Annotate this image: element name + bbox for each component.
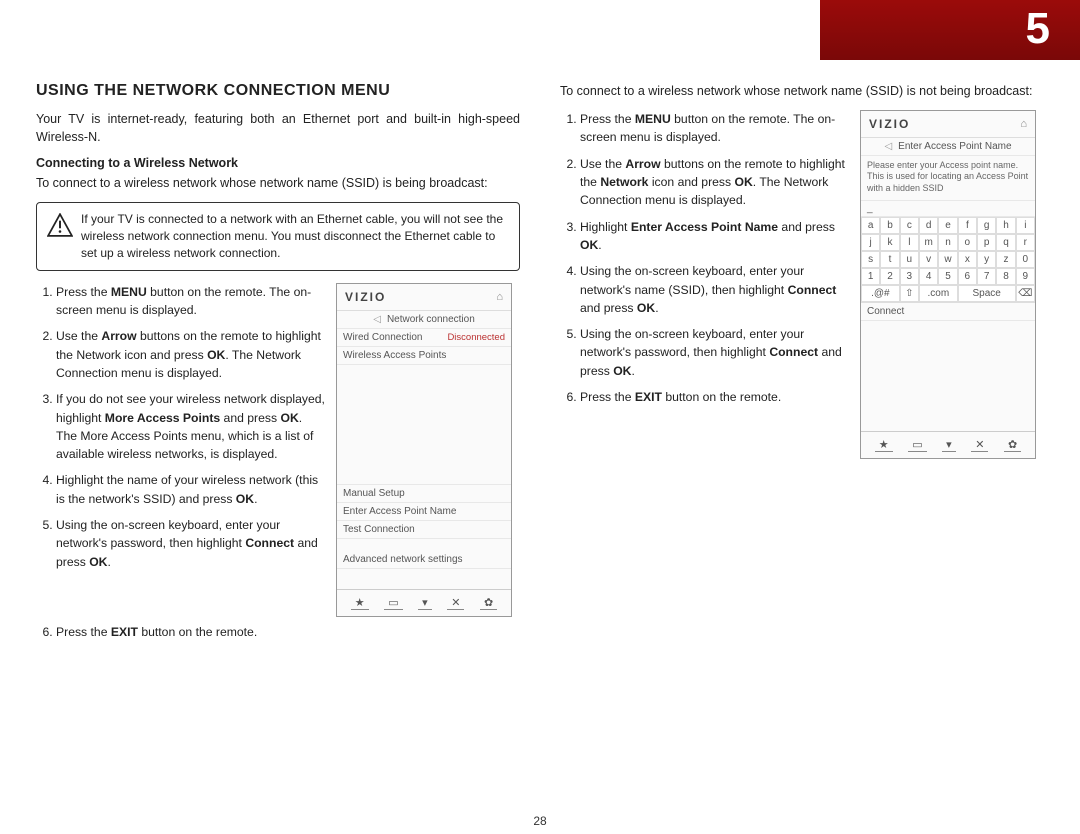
subsection-title: Connecting to a Wireless Network — [36, 156, 520, 170]
steps-list-a: Press the MENU button on the remote. The… — [36, 283, 326, 617]
key[interactable]: e — [938, 217, 957, 234]
key-space[interactable]: Space — [958, 285, 1016, 302]
key[interactable]: z — [996, 251, 1015, 268]
down-icon: ▾ — [942, 438, 956, 452]
key[interactable]: r — [1016, 234, 1035, 251]
gear-icon: ✿ — [480, 596, 497, 610]
wireless-label: Wireless Access Points — [343, 350, 446, 361]
step-b1: Press the MENU button on the remote. The… — [580, 110, 850, 147]
wired-status: Disconnected — [447, 332, 505, 343]
col2-intro: To connect to a wireless network whose n… — [560, 82, 1044, 100]
page-body: USING THE NETWORK CONNECTION MENU Your T… — [36, 82, 1044, 806]
manual-setup: Manual Setup — [343, 488, 405, 499]
key[interactable]: 3 — [900, 268, 919, 285]
key[interactable]: c — [900, 217, 919, 234]
callout-text: If your TV is connected to a network wit… — [81, 212, 503, 260]
key[interactable]: 0 — [1016, 251, 1035, 268]
step-a2: Use the Arrow buttons on the remote to h… — [56, 327, 326, 382]
key[interactable]: w — [938, 251, 957, 268]
vizio-logo: VIZIO — [869, 117, 910, 131]
screen2-title: Enter Access Point Name — [898, 141, 1011, 152]
key[interactable]: y — [977, 251, 996, 268]
key[interactable]: 6 — [958, 268, 977, 285]
key[interactable]: f — [958, 217, 977, 234]
step-b2: Use the Arrow buttons on the remote to h… — [580, 155, 850, 210]
tv-screen-keyboard: VIZIO ⌂ ◁ Enter Access Point Name Please … — [860, 110, 1036, 459]
step-b4: Using the on-screen keyboard, enter your… — [580, 262, 850, 317]
screen2-desc: Please enter your Access point name. Thi… — [861, 156, 1035, 201]
tv-screen-network: VIZIO ⌂ ◁ Network connection Wired Connec… — [336, 283, 512, 617]
key[interactable]: x — [958, 251, 977, 268]
vizio-logo: VIZIO — [345, 290, 386, 304]
key[interactable]: d — [919, 217, 938, 234]
key[interactable]: a — [861, 217, 880, 234]
down-icon: ▾ — [418, 596, 432, 610]
key[interactable]: 5 — [938, 268, 957, 285]
chapter-number: 5 — [1026, 4, 1050, 54]
back-arrow-icon: ◁ — [373, 314, 381, 325]
key[interactable]: i — [1016, 217, 1035, 234]
back-arrow-icon: ◁ — [884, 141, 892, 152]
step-b3: Highlight Enter Access Point Name and pr… — [580, 218, 850, 255]
onscreen-keyboard: abcdefghi jklmnopqr stuvwxyz0 123456789 … — [861, 217, 1035, 302]
screen-footer-icons: ★ ▭ ▾ ✕ ✿ — [337, 589, 511, 616]
key-backspace[interactable]: ⌫ — [1016, 285, 1035, 302]
step-b6: Press the EXIT button on the remote. — [580, 388, 850, 406]
key[interactable]: g — [977, 217, 996, 234]
screen1-title: Network connection — [387, 314, 475, 325]
subsection-intro: To connect to a wireless network whose n… — [36, 174, 520, 192]
key[interactable]: 7 — [977, 268, 996, 285]
star-icon: ★ — [875, 438, 893, 452]
home-icon: ⌂ — [496, 291, 503, 303]
rect-icon: ▭ — [384, 596, 402, 610]
key[interactable]: u — [900, 251, 919, 268]
home-icon: ⌂ — [1020, 118, 1027, 130]
screen-footer-icons: ★ ▭ ▾ ✕ ✿ — [861, 431, 1035, 458]
key-com[interactable]: .com — [919, 285, 958, 302]
star-icon: ★ — [351, 596, 369, 610]
connect-button[interactable]: Connect — [867, 306, 904, 317]
key[interactable]: h — [996, 217, 1015, 234]
warning-callout: If your TV is connected to a network wit… — [36, 202, 520, 270]
step-a4: Highlight the name of your wireless netw… — [56, 471, 326, 508]
warning-icon — [47, 213, 73, 237]
key[interactable]: j — [861, 234, 880, 251]
key[interactable]: n — [938, 234, 957, 251]
step-b5: Using the on-screen keyboard, enter your… — [580, 325, 850, 380]
close-icon: ✕ — [447, 596, 464, 610]
key[interactable]: m — [919, 234, 938, 251]
key-symbols[interactable]: .@# — [861, 285, 900, 302]
section-heading: USING THE NETWORK CONNECTION MENU — [36, 82, 520, 100]
step-a3: If you do not see your wireless network … — [56, 390, 326, 463]
key[interactable]: t — [880, 251, 899, 268]
key[interactable]: 1 — [861, 268, 880, 285]
key[interactable]: v — [919, 251, 938, 268]
key[interactable]: q — [996, 234, 1015, 251]
key[interactable]: 9 — [1016, 268, 1035, 285]
step-a5: Using the on-screen keyboard, enter your… — [56, 516, 326, 571]
advanced-settings: Advanced network settings — [343, 554, 463, 565]
key[interactable]: 2 — [880, 268, 899, 285]
input-cursor: _ — [867, 203, 873, 214]
close-icon: ✕ — [971, 438, 988, 452]
steps-list-b: Press the MENU button on the remote. The… — [560, 110, 850, 459]
wired-label: Wired Connection — [343, 332, 422, 343]
step-a6: Press the EXIT button on the remote. — [56, 623, 520, 641]
test-connection: Test Connection — [343, 524, 415, 535]
key[interactable]: l — [900, 234, 919, 251]
step-a1: Press the MENU button on the remote. The… — [56, 283, 326, 320]
key[interactable]: b — [880, 217, 899, 234]
key[interactable]: 8 — [996, 268, 1015, 285]
gear-icon: ✿ — [1004, 438, 1021, 452]
key[interactable]: 4 — [919, 268, 938, 285]
key[interactable]: k — [880, 234, 899, 251]
key-shift[interactable]: ⇧ — [900, 285, 919, 302]
page-number: 28 — [0, 814, 1080, 828]
key[interactable]: s — [861, 251, 880, 268]
rect-icon: ▭ — [908, 438, 926, 452]
intro-paragraph: Your TV is internet-ready, featuring bot… — [36, 110, 520, 146]
enter-ap: Enter Access Point Name — [343, 506, 456, 517]
key[interactable]: p — [977, 234, 996, 251]
key[interactable]: o — [958, 234, 977, 251]
